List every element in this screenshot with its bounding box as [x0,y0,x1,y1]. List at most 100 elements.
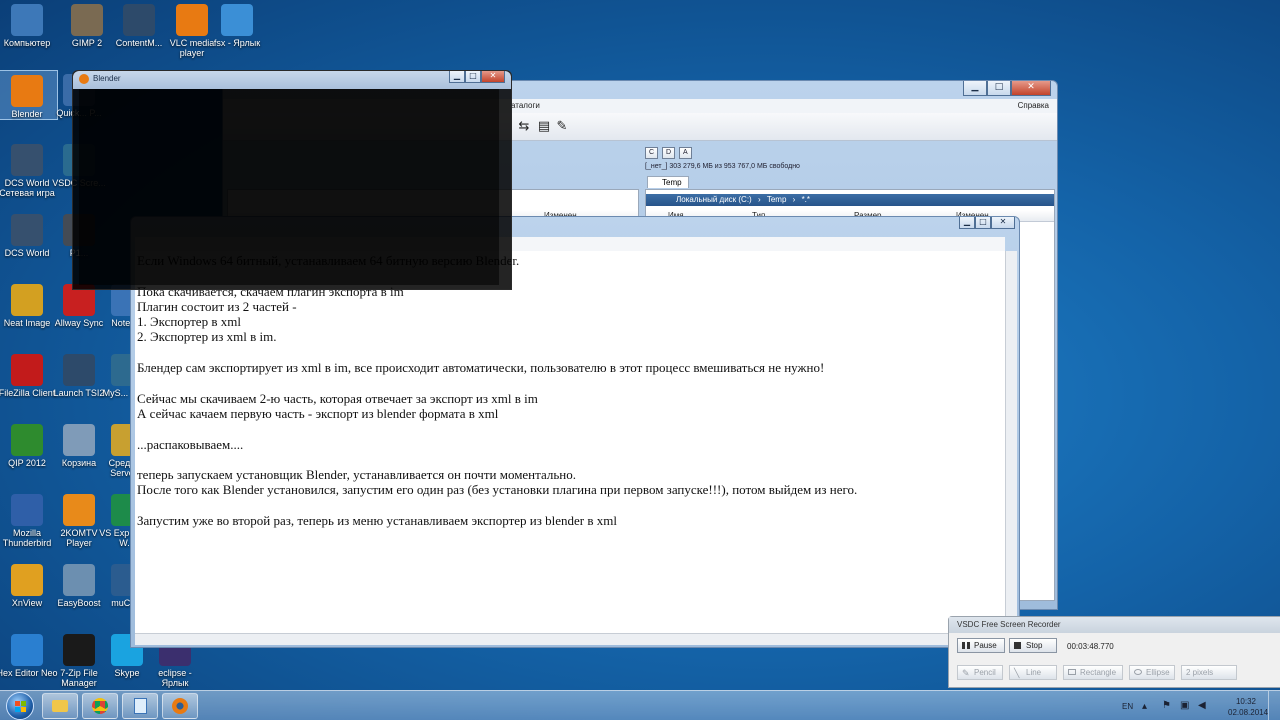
7zip-icon [63,634,95,666]
horizontal-scrollbar[interactable] [135,633,1005,645]
desktop-icon[interactable]: Компьютер [0,0,58,48]
tool-icon-3[interactable]: ✎ [553,118,571,136]
text-line [137,345,1003,360]
player-icon [63,494,95,526]
text-line [137,375,1003,390]
windows-logo-icon [15,701,20,706]
tool-icon-1[interactable]: ⇆ [515,118,533,136]
text-line: Плагин состоит из 2 частей - [137,298,297,314]
blender-icon [11,75,43,107]
maximize-button[interactable]: □ [465,71,481,83]
vertical-scrollbar[interactable] [1005,251,1017,633]
line-icon: ╲ [1014,668,1020,678]
text-line: 2. Экспортер из xml в im. [137,329,277,345]
pencil-button[interactable]: ✎ Pencil [957,665,1003,680]
start-button[interactable] [6,692,34,720]
recorder-title: VSDC Free Screen Recorder [957,620,1061,629]
show-desktop-button[interactable] [1268,691,1280,720]
desktop-icon-label: eclipse - Ярлык [158,668,192,688]
taskbar-blender[interactable] [162,693,198,719]
line-button[interactable]: ╲ Line [1009,665,1057,680]
network-icon[interactable]: ▣ [1180,700,1189,711]
blender-icon [79,74,89,84]
text-line: Сейчас мы скачиваем 2-ю часть, которая о… [137,390,538,406]
text-line: теперь запускаем установщик Blender, уст… [137,467,576,483]
text-line: Блендер сам экспортирует из xml в im, вс… [137,360,825,376]
close-button[interactable]: ✕ [991,217,1015,229]
recorder-window[interactable]: VSDC Free Screen Recorder Pause Stop 00:… [948,616,1280,688]
tsi-icon [63,354,95,386]
flag-icon[interactable]: ⚑ [1162,700,1171,711]
airplane-icon [221,4,253,36]
drive-c-button[interactable]: C [645,147,659,159]
blender-titlebar[interactable]: Blender [73,71,511,89]
line-label: Line [1026,668,1042,677]
folder-icon [52,700,68,712]
taskbar-notepad[interactable] [122,693,158,719]
text-line [137,421,1003,436]
blender-content [79,89,499,285]
tray-arrow-icon[interactable]: ▴ [1142,701,1147,712]
close-button[interactable]: ✕ [481,71,505,83]
text-line [137,498,1003,513]
text-line: ...распаковываем.... [137,436,244,452]
text-line: А сейчас качаем первую часть - экспорт и… [137,405,499,421]
rectangle-button[interactable]: Rectangle [1063,665,1123,680]
path-drive: Локальный диск (C:) [676,195,752,204]
rectangle-label: Rectangle [1080,668,1117,677]
maximize-button[interactable]: □ [987,81,1011,96]
drive-d-button[interactable]: D [662,147,676,159]
pause-label: Pause [974,641,997,650]
stop-icon [1014,642,1021,649]
desktop-icon[interactable]: fsx - Ярлык [206,0,268,48]
blender-window[interactable]: Blender ▁ □ ✕ [72,70,512,290]
maximize-button[interactable]: □ [975,217,991,229]
thunderbird-icon [11,494,43,526]
pencil-label: Pencil [974,668,996,677]
language-indicator[interactable]: EN [1122,702,1133,711]
dcs-icon [11,144,43,176]
stop-button[interactable]: Stop [1009,638,1057,653]
filezilla-icon [11,354,43,386]
volume-icon[interactable]: ◀ [1198,700,1206,711]
content-manager-icon [123,4,155,36]
notepad-text-area[interactable]: Если Windows 64 битный, устанавливаем 64… [135,251,1005,633]
clock-time: 10:32 [1235,697,1257,706]
taskbar-explorer[interactable] [42,693,78,719]
ellipse-icon [1134,669,1142,675]
blender-title-buttons: ▁ □ ✕ [449,71,505,83]
tool-icon-2[interactable]: ▤ [535,118,553,136]
path-mask: *.* [801,195,811,204]
notepad-icon [133,698,147,714]
dcs-icon [11,214,43,246]
computer-icon [11,4,43,36]
recorder-titlebar[interactable]: VSDC Free Screen Recorder [949,617,1280,633]
minimize-button[interactable]: ▁ [959,217,975,229]
clock[interactable]: 10:32 02.08.2014 [1228,696,1268,718]
path-bar[interactable]: Локальный диск (C:) › Temp › *.* [646,194,1054,206]
minimize-button[interactable]: ▁ [963,81,987,96]
pencil-icon: ✎ [962,668,970,678]
recycle-bin-icon [63,424,95,456]
close-button[interactable]: ✕ [1011,81,1051,96]
text-line: После того как Blender установился, запу… [137,482,858,498]
pause-icon [962,642,970,649]
gimp-icon [71,4,103,36]
taskbar-chrome[interactable] [82,693,118,719]
drive-info: [_нет_] 303 279,6 МБ из 953 767,0 МБ сво… [645,163,800,170]
menu-catalogs[interactable]: аталоги [511,101,540,110]
text-line: 1. Экспортер в xml [137,314,241,330]
line-width-select[interactable]: 2 pixels [1181,665,1237,680]
ellipse-button[interactable]: Ellipse [1129,665,1175,680]
pause-button[interactable]: Pause [957,638,1005,653]
tab-temp[interactable]: Temp [647,176,689,188]
neat-image-icon [11,284,43,316]
taskbar: EN ▴ ⚑ ▣ ◀ 10:32 02.08.2014 [0,690,1280,720]
menu-help[interactable]: Справка [1018,101,1049,110]
file-manager-title-buttons: ▁ □ ✕ [963,81,1051,96]
text-line: Запустим уже во второй раз, теперь из ме… [137,513,617,529]
blender-icon [172,698,188,714]
minimize-button[interactable]: ▁ [449,71,465,83]
xnview-icon [11,564,43,596]
drive-a-button[interactable]: A [679,147,692,159]
